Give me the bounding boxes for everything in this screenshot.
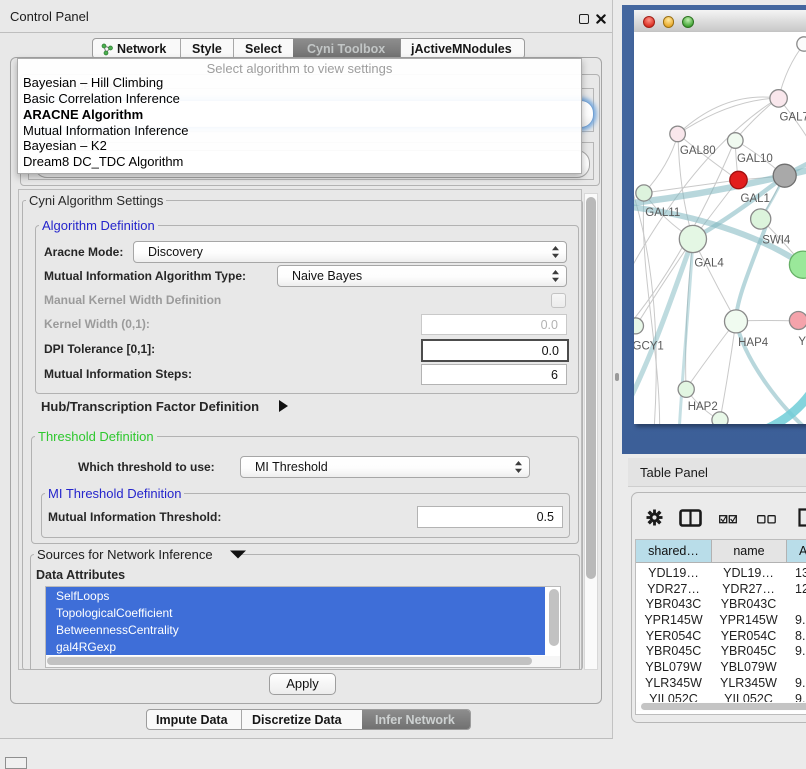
svg-text:GCY1: GCY1 xyxy=(634,341,664,353)
svg-text:GAL1: GAL1 xyxy=(741,193,770,205)
svg-text:HAP2: HAP2 xyxy=(688,401,718,413)
svg-text:GAL80: GAL80 xyxy=(680,145,716,157)
svg-text:GAL7: GAL7 xyxy=(780,112,806,124)
svg-text:HAP4: HAP4 xyxy=(738,337,769,349)
svg-text:GAL10: GAL10 xyxy=(737,153,773,165)
svg-text:GAL11: GAL11 xyxy=(645,207,680,219)
svg-text:GAL4: GAL4 xyxy=(694,258,724,270)
svg-text:SWI4: SWI4 xyxy=(762,235,791,247)
svg-text:Y: Y xyxy=(798,336,806,348)
